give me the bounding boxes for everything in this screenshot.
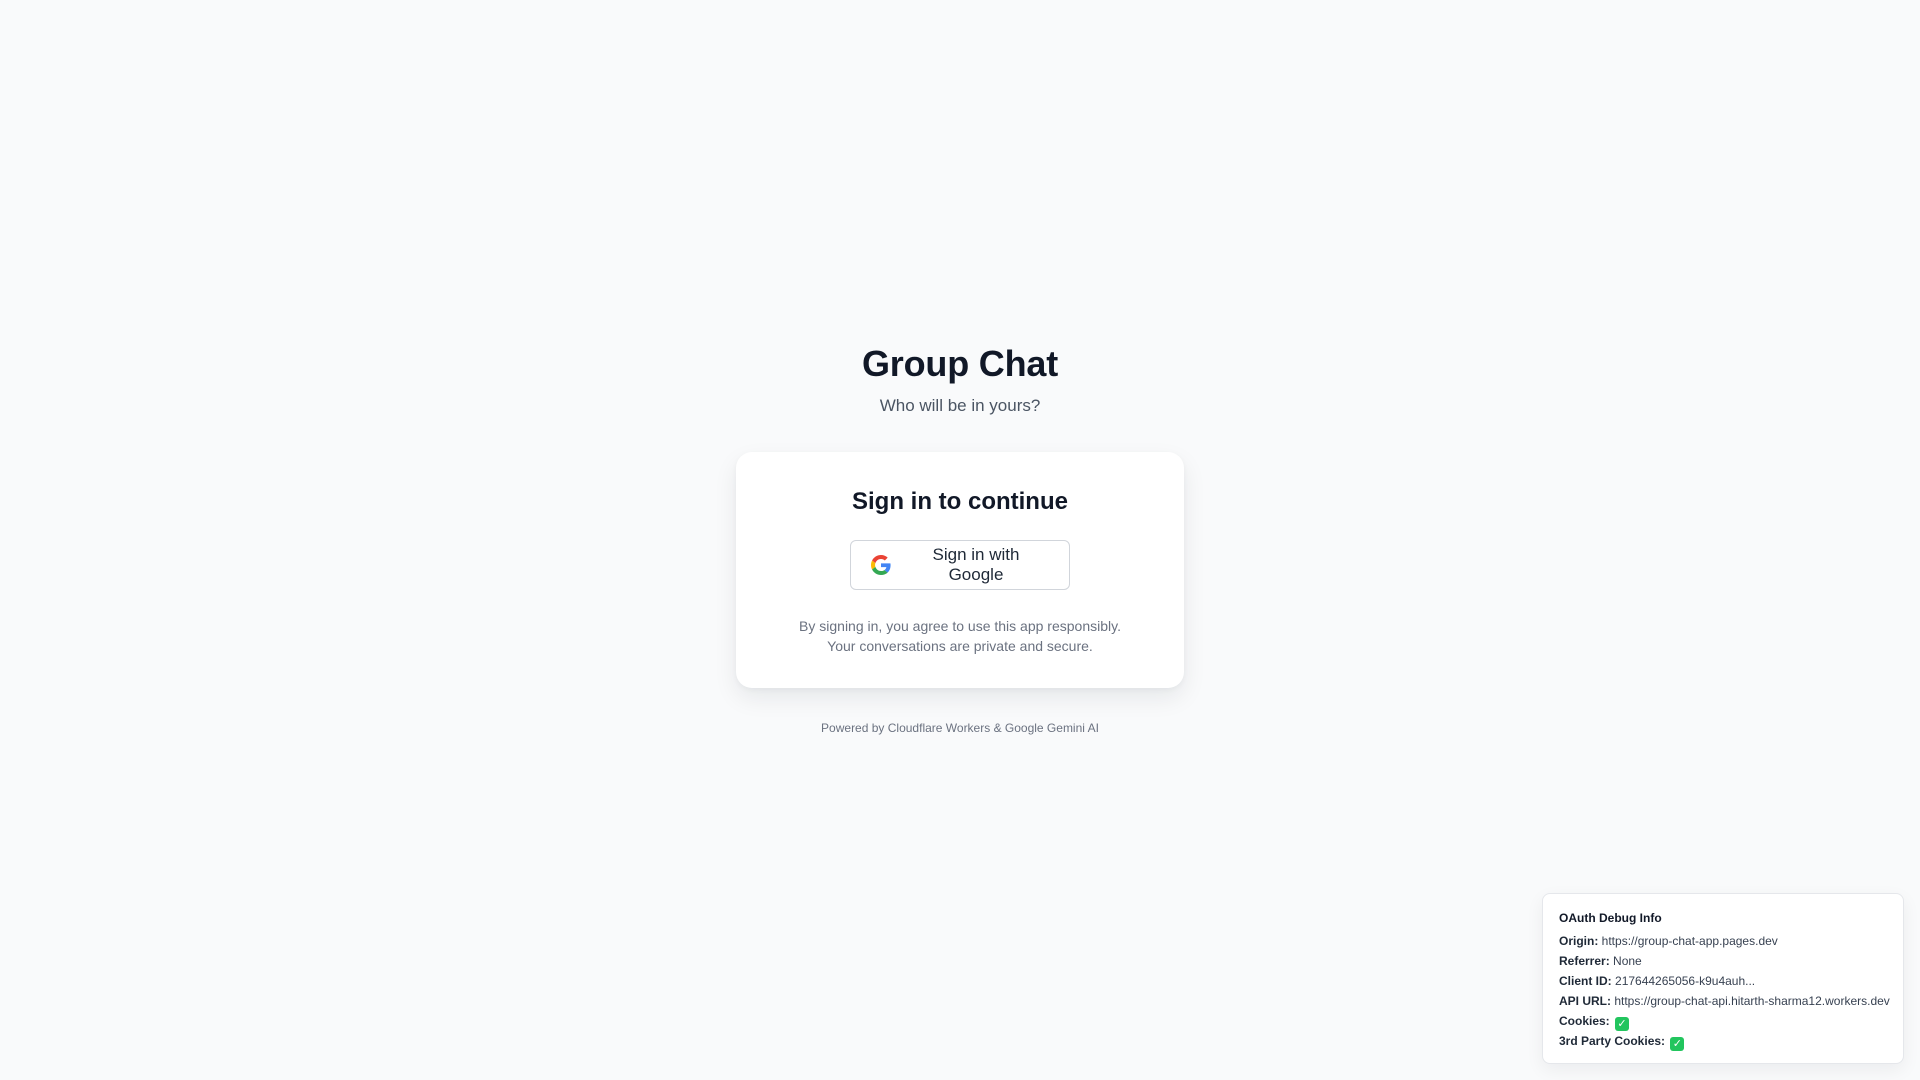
- debug-label: Cookies:: [1559, 1014, 1610, 1028]
- debug-row-third-party-cookies: 3rd Party Cookies: ✓: [1559, 1031, 1887, 1051]
- google-sign-in-label: Sign in with Google: [932, 545, 1020, 584]
- debug-value: https://group-chat-api.hitarth-sharma12.…: [1614, 994, 1890, 1008]
- debug-value: https://group-chat-app.pages.dev: [1601, 934, 1778, 948]
- login-container: Group Chat Who will be in yours? Sign in…: [0, 340, 1920, 736]
- check-icon: ✓: [1615, 1017, 1630, 1031]
- google-sign-in-button[interactable]: Sign in with Google: [850, 540, 1070, 590]
- powered-by-footer: Powered by Cloudflare Workers & Google G…: [821, 721, 1099, 735]
- debug-panel-title: OAuth Debug Info: [1559, 911, 1662, 925]
- debug-row-client-id: Client ID: 217644265056-k9u4auh...: [1559, 971, 1887, 991]
- debug-label: 3rd Party Cookies:: [1559, 1034, 1666, 1048]
- debug-value: None: [1613, 954, 1642, 968]
- debug-row-referrer: Referrer: None: [1559, 951, 1887, 971]
- debug-row-origin: Origin: https://group-chat-app.pages.dev: [1559, 931, 1887, 951]
- debug-label: Referrer:: [1559, 954, 1610, 968]
- app-subtitle: Who will be in yours?: [879, 396, 1041, 415]
- debug-label: Origin:: [1559, 934, 1599, 948]
- debug-label: API URL:: [1559, 994, 1611, 1008]
- oauth-debug-panel: OAuth Debug Info Origin: https://group-c…: [1542, 893, 1904, 1064]
- debug-row-cookies: Cookies: ✓: [1559, 1011, 1887, 1031]
- terms-notice: By signing in, you agree to use this app…: [799, 618, 1121, 654]
- debug-value: 217644265056-k9u4auh...: [1615, 974, 1756, 988]
- sign-in-title: Sign in to continue: [852, 488, 1068, 515]
- google-g-icon: [871, 555, 891, 575]
- debug-row-api-url: API URL: https://group-chat-api.hitarth-…: [1559, 991, 1890, 1011]
- sign-in-card: Sign in to continue Sign in with Google …: [736, 452, 1184, 688]
- app-title: Group Chat: [862, 343, 1058, 384]
- debug-label: Client ID:: [1559, 974, 1612, 988]
- check-icon: ✓: [1670, 1037, 1685, 1051]
